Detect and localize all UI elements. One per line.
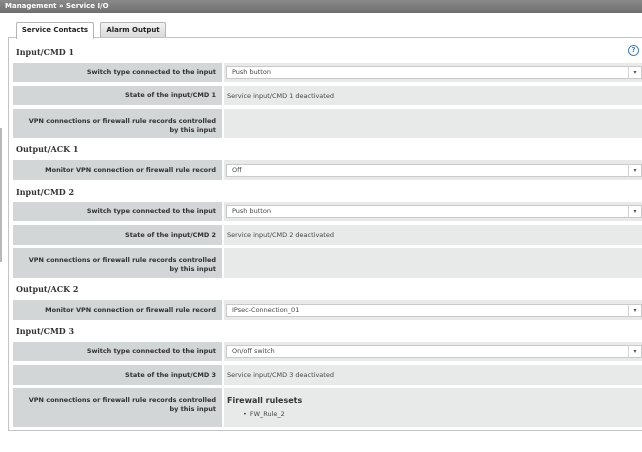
chevron-down-icon: ▾ <box>628 345 641 358</box>
vpn-controlled-label: VPN connections or firewall rule records… <box>13 388 222 427</box>
left-edge-strip <box>0 128 2 262</box>
monitor-label: Monitor VPN connection or firewall rule … <box>13 160 222 180</box>
switch-type-select-2[interactable]: Push button ▾ <box>226 205 642 218</box>
row-vpn-controlled-3: VPN connections or firewall rule records… <box>13 388 642 427</box>
row-state-2: State of the input/CMD 2 Service input/C… <box>13 225 642 245</box>
tab-alarm-output[interactable]: Alarm Output <box>100 22 166 38</box>
state-value: Service input/CMD 3 deactivated <box>224 365 642 385</box>
tab-service-contacts[interactable]: Service Contacts <box>16 22 94 39</box>
section-title-input-cmd-1: Input/CMD 1 <box>16 47 75 57</box>
chevron-down-icon: ▾ <box>628 205 641 218</box>
monitor-label: Monitor VPN connection or firewall rule … <box>13 300 222 320</box>
switch-type-label: Switch type connected to the input <box>13 342 222 361</box>
chevron-down-icon: ▾ <box>628 164 641 177</box>
monitor-select-2[interactable]: IPsec-Connection_01 ▾ <box>226 304 642 317</box>
chevron-down-icon: ▾ <box>628 304 641 317</box>
row-vpn-controlled-1: VPN connections or firewall rule records… <box>13 109 642 138</box>
firewall-rule-item: FW_Rule_2 <box>243 410 285 418</box>
select-value: Push button <box>232 68 271 76</box>
state-label: State of the input/CMD 3 <box>13 365 222 385</box>
monitor-select-1[interactable]: Off ▾ <box>226 164 642 177</box>
help-icon[interactable]: ? <box>628 45 639 56</box>
state-label: State of the input/CMD 1 <box>13 86 222 105</box>
state-value: Service input/CMD 1 deactivated <box>224 86 642 105</box>
state-label: State of the input/CMD 2 <box>13 225 222 245</box>
select-value: On/off switch <box>232 347 275 355</box>
switch-type-select-1[interactable]: Push button ▾ <box>226 66 642 79</box>
vpn-controlled-label: VPN connections or firewall rule records… <box>13 248 222 278</box>
firewall-rulesets-heading: Firewall rulesets <box>227 396 303 405</box>
row-vpn-controlled-2: VPN connections or firewall rule records… <box>13 248 642 278</box>
section-title-input-cmd-2: Input/CMD 2 <box>16 187 75 197</box>
chevron-down-icon: ▾ <box>628 66 641 79</box>
row-state-3: State of the input/CMD 3 Service input/C… <box>13 365 642 385</box>
select-value: IPsec-Connection_01 <box>232 306 300 314</box>
select-value: Off <box>232 166 242 174</box>
state-value: Service input/CMD 2 deactivated <box>224 225 642 245</box>
section-title-output-ack-2: Output/ACK 2 <box>16 284 79 294</box>
switch-type-select-3[interactable]: On/off switch ▾ <box>226 345 642 358</box>
switch-type-label: Switch type connected to the input <box>13 63 222 82</box>
switch-type-label: Switch type connected to the input <box>13 202 222 221</box>
section-title-output-ack-1: Output/ACK 1 <box>16 144 79 154</box>
select-value: Push button <box>232 207 271 215</box>
section-title-input-cmd-3: Input/CMD 3 <box>16 326 75 336</box>
row-state-1: State of the input/CMD 1 Service input/C… <box>13 86 642 105</box>
vpn-controlled-label: VPN connections or firewall rule records… <box>13 109 222 138</box>
breadcrumb: Management » Service I/O <box>0 0 642 13</box>
